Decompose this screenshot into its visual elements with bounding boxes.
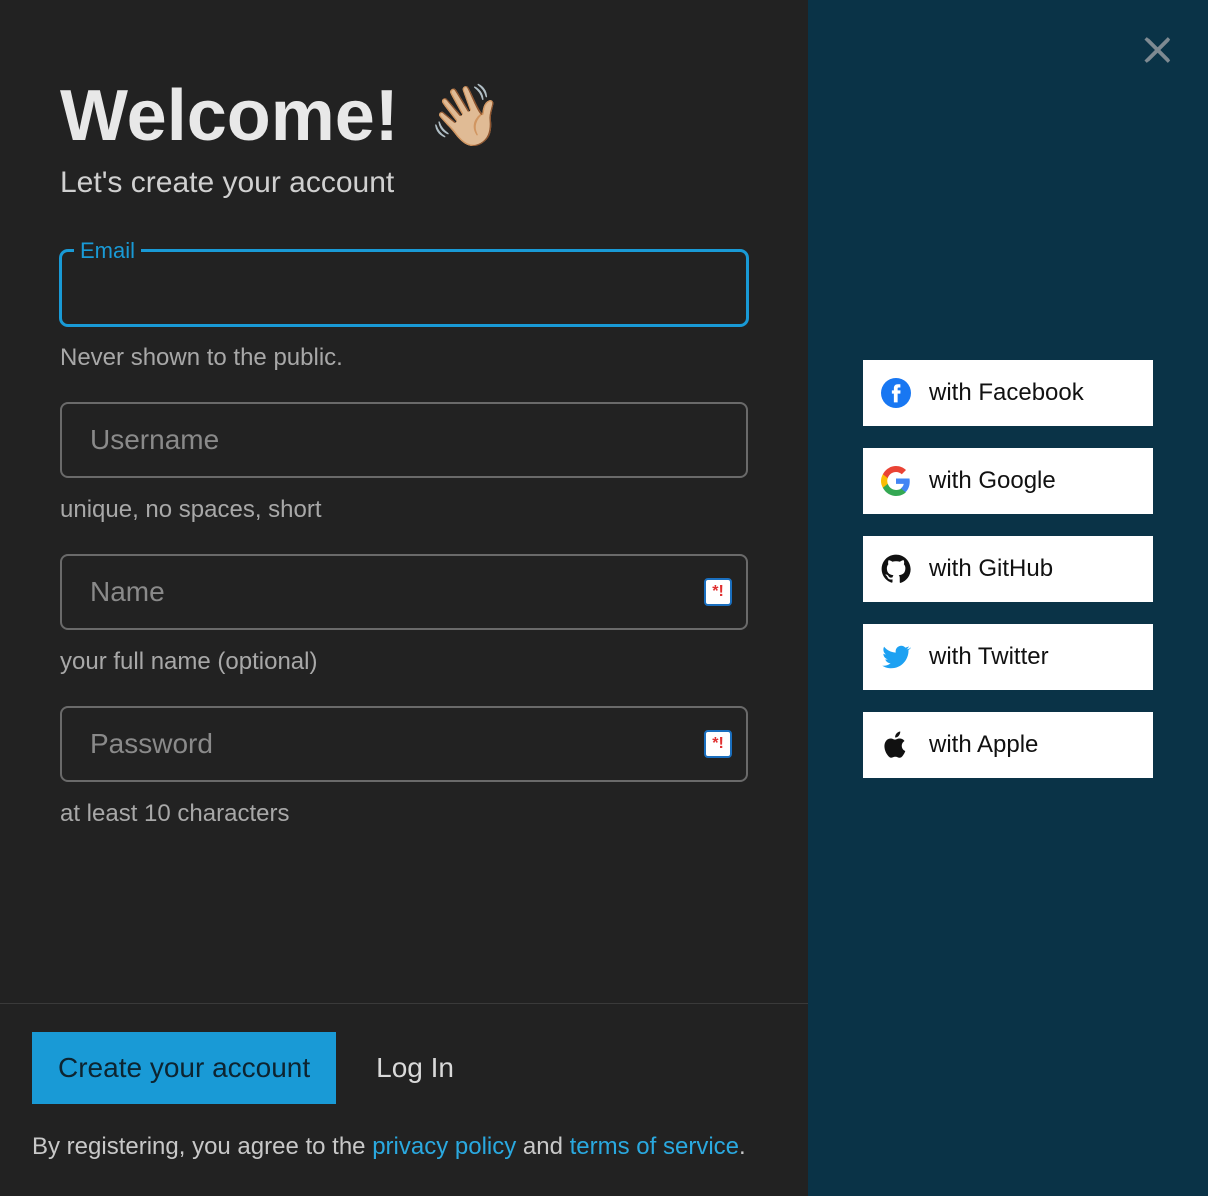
actions-bar: Create your account Log In By registerin… bbox=[0, 1003, 808, 1196]
social-login-stack: with Facebook with Google with GitHub wi… bbox=[863, 360, 1153, 778]
login-google-button[interactable]: with Google bbox=[863, 448, 1153, 514]
close-button[interactable] bbox=[1138, 30, 1178, 70]
name-group: *! your full name (optional) bbox=[60, 554, 748, 676]
name-field[interactable] bbox=[60, 554, 748, 630]
email-label: Email bbox=[74, 238, 141, 264]
login-github-button[interactable]: with GitHub bbox=[863, 536, 1153, 602]
wave-icon: 👋🏼 bbox=[429, 86, 504, 146]
login-button[interactable]: Log In bbox=[376, 1052, 454, 1084]
page-title: Welcome! bbox=[60, 80, 399, 152]
legal-middle: and bbox=[516, 1133, 569, 1160]
username-group: unique, no spaces, short bbox=[60, 402, 748, 524]
right-panel: with Facebook with Google with GitHub wi… bbox=[808, 0, 1208, 1196]
create-account-button[interactable]: Create your account bbox=[32, 1032, 336, 1104]
facebook-label: with Facebook bbox=[929, 379, 1084, 407]
password-group: *! at least 10 characters bbox=[60, 706, 748, 828]
facebook-icon bbox=[881, 378, 911, 408]
github-icon bbox=[881, 554, 911, 584]
password-field[interactable] bbox=[60, 706, 748, 782]
name-hint: your full name (optional) bbox=[60, 648, 748, 676]
login-twitter-button[interactable]: with Twitter bbox=[863, 624, 1153, 690]
email-field[interactable] bbox=[60, 250, 748, 326]
login-apple-button[interactable]: with Apple bbox=[863, 712, 1153, 778]
left-panel: Welcome! 👋🏼 Let's create your account Em… bbox=[0, 0, 808, 1196]
login-facebook-button[interactable]: with Facebook bbox=[863, 360, 1153, 426]
close-icon bbox=[1138, 30, 1178, 70]
autofill-icon: *! bbox=[704, 730, 732, 758]
username-hint: unique, no spaces, short bbox=[60, 496, 748, 524]
privacy-policy-link[interactable]: privacy policy bbox=[372, 1133, 516, 1160]
google-icon bbox=[881, 466, 911, 496]
password-hint: at least 10 characters bbox=[60, 800, 748, 828]
signup-modal: Welcome! 👋🏼 Let's create your account Em… bbox=[0, 0, 1208, 1196]
legal-prefix: By registering, you agree to the bbox=[32, 1133, 372, 1160]
legal-suffix: . bbox=[739, 1133, 746, 1160]
twitter-label: with Twitter bbox=[929, 643, 1049, 671]
google-label: with Google bbox=[929, 467, 1056, 495]
github-label: with GitHub bbox=[929, 555, 1053, 583]
legal-text: By registering, you agree to the privacy… bbox=[32, 1130, 776, 1164]
email-hint: Never shown to the public. bbox=[60, 344, 748, 372]
apple-label: with Apple bbox=[929, 731, 1038, 759]
twitter-icon bbox=[881, 642, 911, 672]
page-subtitle: Let's create your account bbox=[60, 166, 748, 200]
form-area: Welcome! 👋🏼 Let's create your account Em… bbox=[0, 0, 808, 1003]
button-row: Create your account Log In bbox=[32, 1032, 776, 1104]
heading-row: Welcome! 👋🏼 bbox=[60, 80, 748, 152]
username-field[interactable] bbox=[60, 402, 748, 478]
terms-of-service-link[interactable]: terms of service bbox=[570, 1133, 739, 1160]
apple-icon bbox=[881, 730, 911, 760]
email-group: Email Never shown to the public. bbox=[60, 250, 748, 372]
autofill-icon: *! bbox=[704, 578, 732, 606]
